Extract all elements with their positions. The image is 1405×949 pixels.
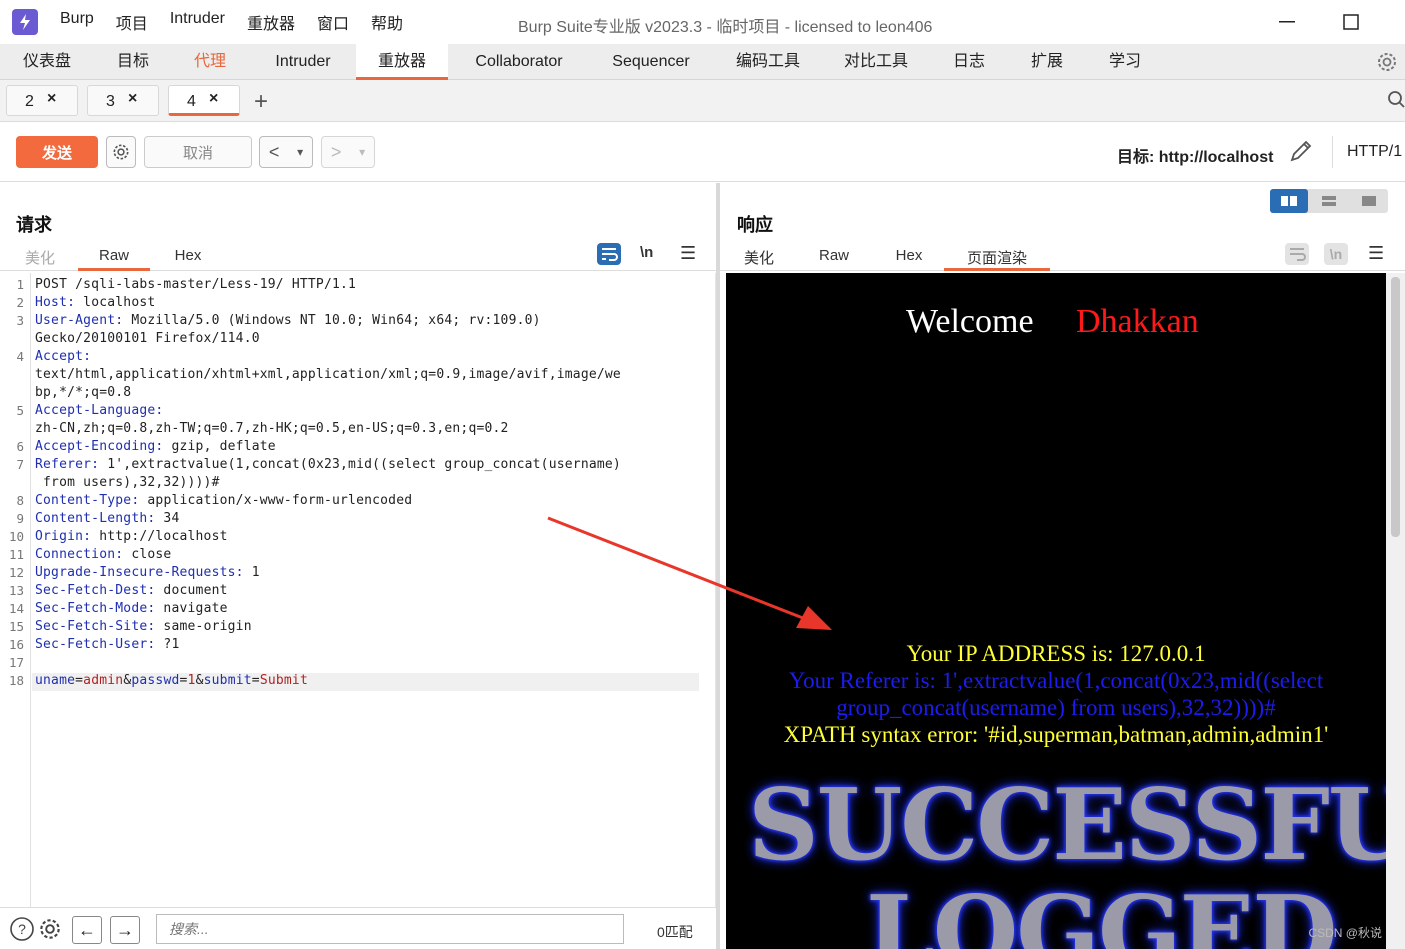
- annotation-arrow: [547, 516, 832, 630]
